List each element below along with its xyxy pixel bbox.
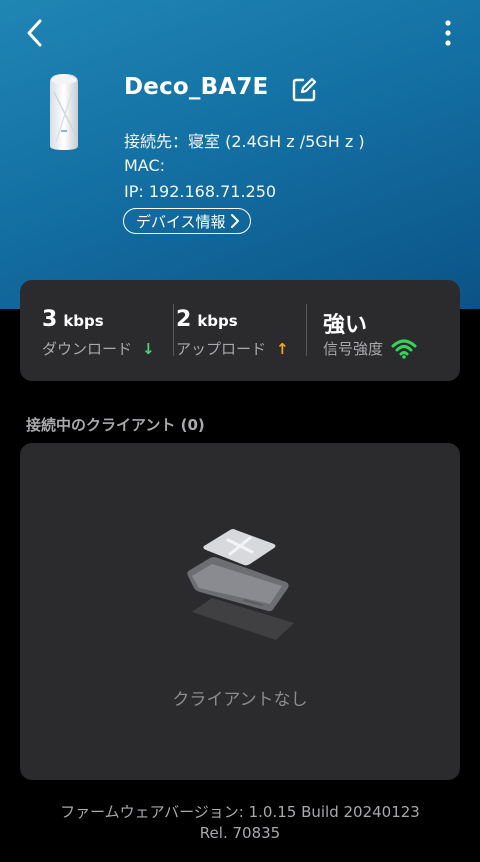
edit-icon xyxy=(292,77,317,102)
upload-unit: kbps xyxy=(197,312,238,330)
device-info-label: デバイス情報 xyxy=(136,212,226,231)
download-label: ダウンロード xyxy=(42,340,133,358)
traffic-stats-card: 3 kbps ダウンロード ↓ 2 kbps アップロード ↑ 強い 信号強度 xyxy=(20,280,460,381)
more-vertical-icon xyxy=(445,20,451,46)
upload-arrow-icon: ↑ xyxy=(276,339,289,358)
chevron-right-icon xyxy=(230,214,239,228)
firmware-line-2: Rel. 70835 xyxy=(199,824,281,842)
clients-list-card: クライアントなし xyxy=(20,443,460,780)
download-stat: 3 kbps ダウンロード ↓ xyxy=(20,280,172,381)
download-label-row: ダウンロード ↓ xyxy=(42,338,155,359)
signal-label-row: 信号強度 xyxy=(323,338,417,359)
upload-value: 2 kbps xyxy=(176,307,238,332)
connected-to-text: 接続先：寝室 (2.4GH z /5GH z ) xyxy=(124,132,365,151)
device-detail-screen: Deco_BA7E 接続先：寝室 (2.4GH z /5GH z ) MAC: … xyxy=(0,0,480,862)
upload-number: 2 xyxy=(176,307,192,332)
firmware-version: ファームウェアバージョン: 1.0.15 Build 20240123 Rel.… xyxy=(0,802,480,844)
device-name: Deco_BA7E xyxy=(124,74,269,100)
download-arrow-icon: ↓ xyxy=(142,339,155,358)
signal-label: 信号強度 xyxy=(323,340,384,358)
device-header: Deco_BA7E 接続先：寝室 (2.4GH z /5GH z ) MAC: … xyxy=(0,0,480,309)
firmware-line-1: ファームウェアバージョン: 1.0.15 Build 20240123 xyxy=(60,803,420,821)
mac-text: MAC: xyxy=(124,156,166,175)
device-info-button[interactable]: デバイス情報 xyxy=(123,208,251,234)
back-icon xyxy=(27,19,42,47)
no-clients-icon xyxy=(187,529,294,640)
no-clients-text: クライアントなし xyxy=(172,690,308,710)
upload-label: アップロード xyxy=(176,340,267,358)
connected-clients-title: 接続中のクライアント (0) xyxy=(26,416,205,434)
download-unit: kbps xyxy=(63,312,104,330)
download-value: 3 kbps xyxy=(42,307,104,332)
wifi-signal-icon xyxy=(391,339,417,359)
back-button[interactable] xyxy=(18,16,52,50)
upload-label-row: アップロード ↑ xyxy=(176,338,289,359)
edit-name-button[interactable] xyxy=(291,77,317,103)
signal-value: 強い xyxy=(323,313,368,338)
upload-stat: 2 kbps アップロード ↑ xyxy=(174,280,305,381)
signal-stat: 強い 信号強度 xyxy=(307,280,460,381)
download-number: 3 xyxy=(42,307,58,332)
ip-text: IP: 192.168.71.250 xyxy=(124,182,277,201)
deco-device-image xyxy=(50,74,78,150)
more-options-button[interactable] xyxy=(438,18,458,48)
